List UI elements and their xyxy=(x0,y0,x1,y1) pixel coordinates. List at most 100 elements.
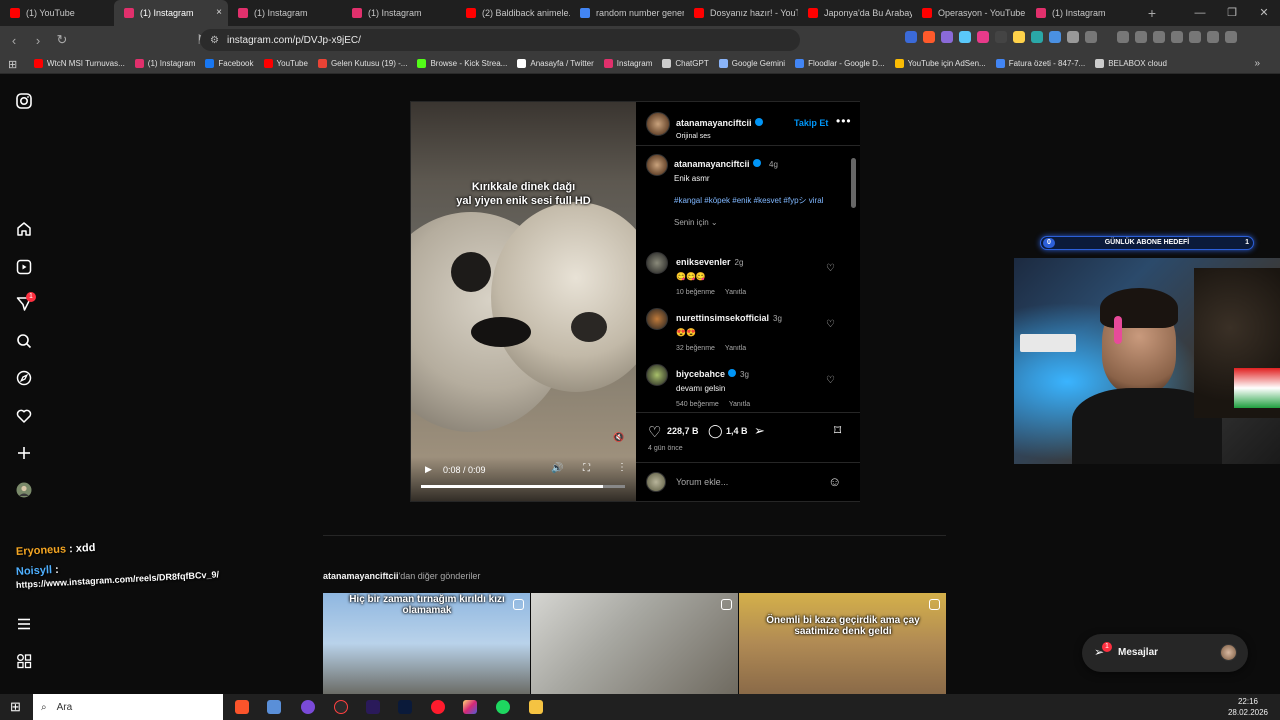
caption-author-avatar[interactable] xyxy=(646,154,668,176)
volume-icon[interactable]: 🔊 xyxy=(551,463,563,474)
file-explorer-icon[interactable] xyxy=(529,700,543,714)
browser-extension-icon[interactable] xyxy=(1067,31,1079,43)
maximize-button[interactable]: ❐ xyxy=(1216,0,1248,26)
opera-icon[interactable] xyxy=(431,700,445,714)
download-icon[interactable] xyxy=(1117,31,1129,43)
bookmark-item[interactable]: Floodlar - Google D... xyxy=(795,59,885,68)
explore-icon[interactable] xyxy=(16,370,32,386)
also-from-meta-icon[interactable] xyxy=(16,653,32,669)
reload-icon[interactable]: ↻ xyxy=(52,32,72,48)
sort-comments-dropdown[interactable]: Senin için ⌄ xyxy=(674,218,860,227)
browser-tab[interactable]: (1) Instagram xyxy=(342,0,456,26)
search-icon[interactable] xyxy=(16,333,32,349)
browser-extension-icon[interactable] xyxy=(959,31,971,43)
reels-icon[interactable] xyxy=(16,259,32,275)
like-heart-icon[interactable]: ♡ xyxy=(648,423,661,441)
direct-messages-icon[interactable]: 1 xyxy=(16,292,36,312)
browser-extension-icon[interactable] xyxy=(995,31,1007,43)
browser-extension-icon[interactable] xyxy=(1031,31,1043,43)
instagram-app-icon[interactable] xyxy=(463,700,477,714)
bookmark-item[interactable]: YouTube için AdSen... xyxy=(894,59,986,68)
follow-button[interactable]: Takip Et xyxy=(794,118,828,128)
comment-likes[interactable]: 540 beğenme xyxy=(676,401,719,408)
messages-button[interactable]: ➢ 1 Mesajlar xyxy=(1082,634,1248,672)
fullscreen-icon[interactable]: ⛶ xyxy=(583,463,590,474)
commenter-avatar[interactable] xyxy=(646,308,668,330)
comment-likes[interactable]: 32 beğenme xyxy=(676,345,715,352)
comment-username[interactable]: nurettinsimsekofficial xyxy=(676,313,769,323)
browser-tab[interactable]: (1) Instagram × xyxy=(114,0,228,26)
comments-scrollbar[interactable] xyxy=(851,150,856,410)
browser-tab[interactable]: random number gener... xyxy=(570,0,684,26)
reel-video-player[interactable]: Kırıkkale dinek dağı yal yiyen enik sesi… xyxy=(411,102,636,501)
bookmark-item[interactable]: WtcN MSI Turnuvas... xyxy=(34,59,125,68)
bookmark-item[interactable]: BELABOX cloud xyxy=(1095,59,1167,68)
apps-icon[interactable]: ⊞ xyxy=(8,58,17,71)
notifications-heart-icon[interactable] xyxy=(16,408,32,424)
more-options-icon[interactable]: ••• xyxy=(836,114,852,128)
browser-tab[interactable]: (2) Baldiback animele... xyxy=(456,0,570,26)
windows-start-icon[interactable]: ⊞ xyxy=(10,699,21,715)
create-plus-icon[interactable] xyxy=(16,445,32,461)
caption-username[interactable]: atanamayanciftcii xyxy=(674,159,750,169)
close-window-button[interactable]: ✕ xyxy=(1248,0,1280,26)
browser-extension-icon[interactable] xyxy=(1013,31,1025,43)
menu-hamburger-icon[interactable] xyxy=(16,616,32,632)
address-bar[interactable]: ⚙ instagram.com/p/DVJp-x9jEC/ xyxy=(200,29,800,51)
author-username[interactable]: atanamayanciftcii xyxy=(676,118,752,128)
leo-ai-icon[interactable] xyxy=(1189,31,1201,43)
share-icon[interactable]: ➢ xyxy=(754,423,765,439)
add-comment-input[interactable]: Yorum ekle... xyxy=(676,477,728,487)
more-post-thumbnail[interactable] xyxy=(531,593,738,694)
more-posts-user[interactable]: atanamayanciftcii xyxy=(323,571,399,581)
spotify-icon[interactable] xyxy=(496,700,510,714)
back-icon[interactable]: ‹ xyxy=(4,33,24,48)
browser-extension-icon[interactable] xyxy=(905,31,917,43)
premiere-icon[interactable] xyxy=(366,700,380,714)
audio-label[interactable]: Orijinal ses xyxy=(676,133,763,140)
comment-like-heart-icon[interactable]: ♡ xyxy=(826,319,835,330)
media-icon[interactable] xyxy=(1135,31,1147,43)
bookmark-item[interactable]: (1) Instagram xyxy=(134,59,195,68)
bookmark-item[interactable]: Facebook xyxy=(205,59,254,68)
bookmark-item[interactable]: YouTube xyxy=(263,59,308,68)
site-info-icon[interactable]: ⚙ xyxy=(210,35,219,46)
browser-tab[interactable]: Dosyanız hazır! - YouTu... xyxy=(684,0,798,26)
commenter-avatar[interactable] xyxy=(646,252,668,274)
taskbar-app-icon[interactable] xyxy=(267,700,281,714)
obs-icon[interactable] xyxy=(334,700,348,714)
wallet-icon[interactable] xyxy=(1171,31,1183,43)
browser-extension-icon[interactable] xyxy=(1085,31,1097,43)
save-bookmark-icon[interactable]: ⌑ xyxy=(834,422,841,439)
more-post-thumbnail[interactable]: Hiç bir zaman tırnağım kırıldı kızı olam… xyxy=(323,593,530,694)
reply-button[interactable]: Yanıtla xyxy=(725,289,746,296)
browser-extension-icon[interactable] xyxy=(923,31,935,43)
browser-extension-icon[interactable] xyxy=(1049,31,1061,43)
reply-button[interactable]: Yanıtla xyxy=(725,345,746,352)
bookmark-item[interactable]: Browse - Kick Strea... xyxy=(417,59,507,68)
bookmark-item[interactable]: ChatGPT xyxy=(662,59,709,68)
caption-hashtags[interactable]: #kangal #köpek #enik #kesvet #fypシ viral xyxy=(674,195,834,207)
tab-close-icon[interactable]: × xyxy=(216,7,222,18)
comment-username[interactable]: biycebahce xyxy=(676,369,725,379)
browser-tab[interactable]: Japonya'da Bu Arabay... xyxy=(798,0,912,26)
more-options-icon[interactable]: ⋮ xyxy=(617,462,627,473)
bookmark-item[interactable]: Instagram xyxy=(603,59,652,68)
comment-icon[interactable]: ◯ xyxy=(708,423,723,439)
bookmark-item[interactable]: Anasayfa / Twitter xyxy=(517,59,594,68)
author-avatar[interactable] xyxy=(646,112,670,136)
brave-browser-icon[interactable] xyxy=(235,700,249,714)
brave-shield-icon[interactable] xyxy=(1207,31,1219,43)
more-bookmarks-icon[interactable]: » xyxy=(1254,58,1260,69)
photoshop-icon[interactable] xyxy=(398,700,412,714)
taskbar-search[interactable]: ⌕ Ara xyxy=(33,694,223,720)
mute-icon[interactable]: 🔇 xyxy=(613,432,624,443)
bookmark-item[interactable]: Fatura özeti - 847-7... xyxy=(995,59,1085,68)
commenter-avatar[interactable] xyxy=(646,364,668,386)
scroll-thumb[interactable] xyxy=(851,158,856,208)
video-progress-bar[interactable] xyxy=(421,485,625,488)
browser-tab[interactable]: (1) YouTube xyxy=(0,0,114,26)
browser-extension-icon[interactable] xyxy=(941,31,953,43)
browser-tab[interactable]: (1) Instagram xyxy=(228,0,342,26)
comment-like-heart-icon[interactable]: ♡ xyxy=(826,263,835,274)
